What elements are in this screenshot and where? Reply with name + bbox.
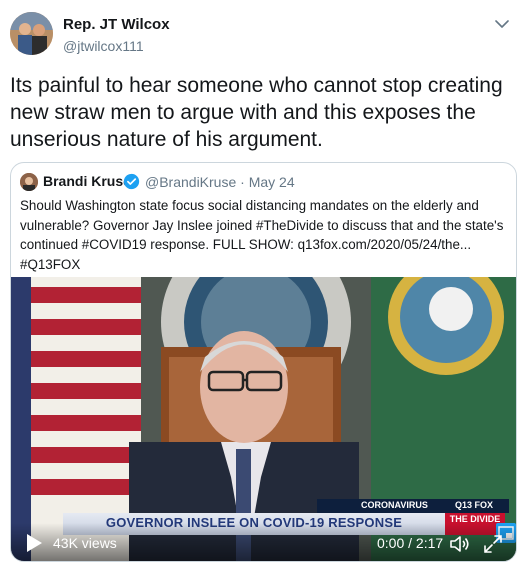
quote-avatar-image [20, 173, 38, 191]
tweet: Rep. JT Wilcox @jtwilcox111 Its painful … [0, 0, 524, 568]
video-time: 0:00 / 2:17 [377, 535, 444, 551]
quote-avatar[interactable] [20, 173, 38, 191]
fullscreen-icon[interactable] [483, 534, 503, 554]
volume-icon[interactable] [449, 534, 471, 554]
news-topic: CORONAVIRUS [361, 500, 428, 510]
quoted-tweet[interactable]: Brandi Kruse @BrandiKruse · May 24 Shoul… [10, 162, 517, 562]
avatar-image [10, 12, 53, 55]
author-name[interactable]: Rep. JT Wilcox [63, 16, 170, 33]
quote-author-name[interactable]: Brandi Kruse [43, 173, 131, 189]
quote-text: Should Washington state focus social dis… [20, 198, 504, 272]
quote-handle-date[interactable]: @BrandiKruse · May 24 [145, 174, 295, 190]
tweet-text: Its painful to hear someone who cannot s… [10, 74, 503, 151]
author-avatar[interactable] [10, 12, 53, 55]
verified-badge-icon [123, 173, 140, 190]
view-count: 43K views [53, 535, 117, 551]
play-icon[interactable] [25, 533, 43, 553]
video-controls: 43K views 0:00 / 2:17 [11, 523, 516, 561]
video-player[interactable]: CORONAVIRUS Q13 FOX GOVERNOR INSLEE ON C… [11, 277, 516, 561]
chevron-down-icon[interactable] [492, 14, 512, 34]
author-handle[interactable]: @jtwilcox111 [63, 38, 144, 54]
station-logo: Q13 FOX [455, 500, 494, 510]
